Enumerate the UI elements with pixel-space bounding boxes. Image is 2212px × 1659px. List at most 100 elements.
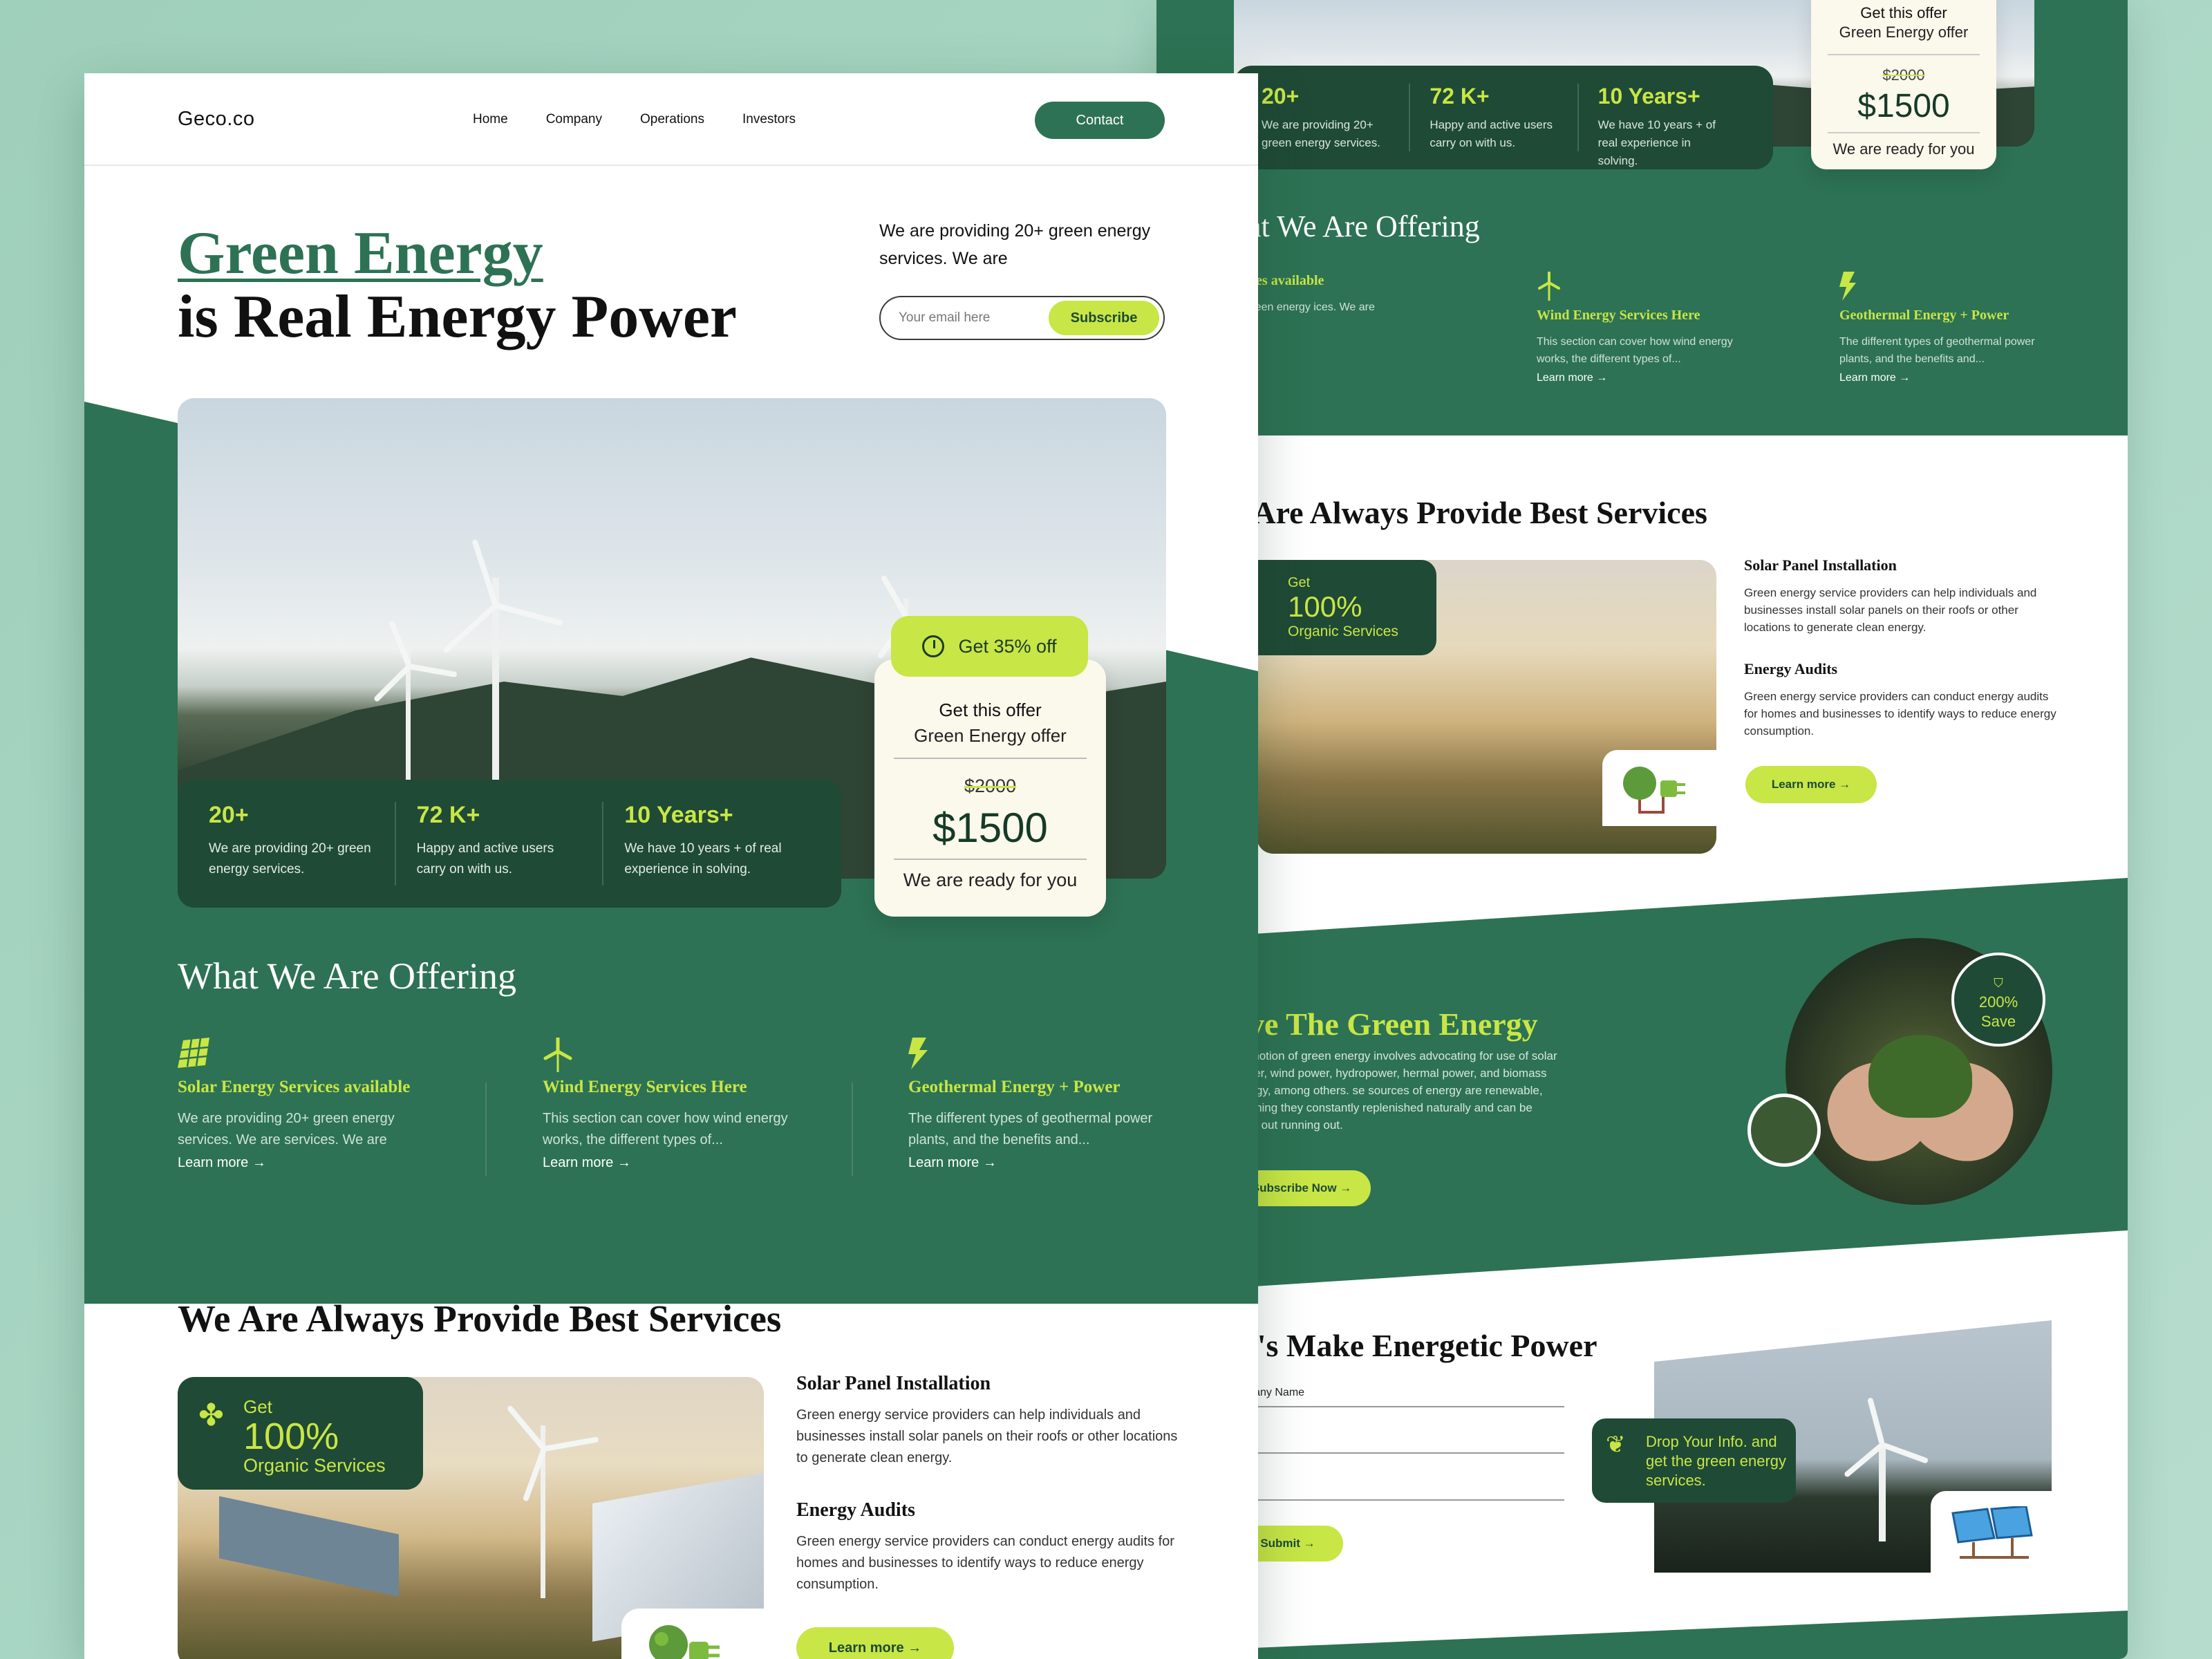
service-title: Solar Panel Installation	[796, 1373, 991, 1394]
email-field[interactable]: -mail	[1232, 1433, 1564, 1454]
stat-desc: We are providing 20+ green energy servic…	[1262, 118, 1380, 149]
service-text: Green energy service providers can help …	[796, 1407, 1178, 1465]
service-text: Green energy service providers can condu…	[796, 1534, 1174, 1592]
learn-more-link[interactable]: Learn more →	[908, 1155, 1178, 1171]
hero-title-green: Green Energy	[178, 220, 543, 287]
offering-text: This section can cover how wind energy w…	[1537, 336, 1733, 365]
stat-desc: We are providing 20+ green energy servic…	[209, 841, 371, 877]
stat-services: 20+ We are providing 20+ green energy se…	[209, 802, 396, 885]
back-offering-geothermal: Geothermal Energy + Power The different …	[1839, 272, 2061, 384]
stat-desc: We have 10 years + of real experience in…	[624, 841, 782, 877]
back-service-audits: Energy Audits Green energy service provi…	[1744, 660, 2062, 740]
navbar: Geco.co Home Company Operations Investor…	[84, 73, 1258, 166]
back-make-title: et's Make Energetic Power	[1232, 1328, 1597, 1363]
save-label: Save	[1980, 1013, 2016, 1030]
nav-investors[interactable]: Investors	[742, 112, 796, 127]
solar-panel-box	[1931, 1491, 2052, 1573]
eco-plug-icon	[1623, 767, 1685, 814]
front-page: Geco.co Home Company Operations Investor…	[84, 73, 1258, 1659]
service-title: Energy Audits	[796, 1499, 915, 1521]
solar-panel-icon	[1951, 1505, 2033, 1559]
brand-logo[interactable]: Geco.co	[178, 108, 255, 131]
learn-more-link[interactable]: Learn more →	[178, 1155, 440, 1171]
stat-number: 72 K+	[1430, 84, 1490, 109]
offering-title: What We Are Offering	[178, 955, 516, 997]
stats-bar: 20+ We are providing 20+ green energy se…	[178, 780, 841, 908]
offering-item-title: Geothermal Energy + Power	[908, 1078, 1121, 1096]
stat-desc: We have 10 years + of real experience in…	[1597, 118, 1716, 167]
service-solar-installation: Solar Panel Installation Green energy se…	[796, 1373, 1183, 1469]
solar-panel-icon	[178, 1038, 440, 1068]
save-percent: 200%	[1978, 993, 2018, 1011]
plug-icon-box	[1602, 750, 1716, 826]
back-learn-more-button[interactable]: Learn more →	[1745, 766, 1877, 803]
learn-more-link[interactable]: Learn more →	[543, 1155, 805, 1171]
offering-item-text: We are providing 20+ green energy servic…	[178, 1111, 395, 1147]
back-footer-band	[1156, 1611, 2128, 1659]
offering-geothermal: Geothermal Energy + Power The different …	[908, 1038, 1178, 1171]
stat-desc: Happy and active users carry on with us.	[1430, 118, 1553, 149]
mini-plant-photo	[1747, 1094, 1821, 1167]
offer-ready: We are ready for you	[894, 859, 1087, 891]
service-text: Green energy service providers can condu…	[1744, 690, 2056, 738]
clover-icon: ✤	[198, 1398, 224, 1432]
service-text: Green energy service providers can help …	[1744, 586, 2037, 634]
badge-percent: 100%	[243, 1416, 339, 1457]
divider	[852, 1082, 853, 1176]
offer-card[interactable]: Get this offer Green Energy offer $2000 …	[874, 659, 1106, 917]
price: $1500	[932, 805, 1048, 851]
service-title: Solar Panel Installation	[1744, 556, 1897, 574]
lightning-icon	[908, 1038, 1178, 1069]
back-save-text: promotion of green energy involves advoc…	[1232, 1049, 1557, 1132]
email-input[interactable]: Your email here	[899, 310, 1049, 326]
drop-info-text: Drop Your Info. and get the green energy…	[1646, 1433, 1787, 1489]
offering-item-text: The different types of geothermal power …	[908, 1111, 1153, 1147]
eco-plug-icon	[649, 1625, 720, 1659]
offering-title: Geothermal Energy + Power	[1839, 308, 2009, 323]
back-page-preview: 20+ We are providing 20+ green energy ser…	[1156, 0, 2128, 1659]
learn-more-button[interactable]: Learn more →	[796, 1627, 954, 1659]
offering-wind: Wind Energy Services Here This section c…	[543, 1036, 805, 1171]
offering-item-title: Solar Energy Services available	[178, 1078, 411, 1096]
company-name-field[interactable]: ompany Name	[1232, 1387, 1564, 1407]
learn-more-link[interactable]: Learn more →	[1839, 372, 2061, 384]
stat-number: 20+	[1262, 84, 1300, 109]
leaf-icon: ❦	[1606, 1432, 1626, 1458]
pie-clock-icon	[922, 635, 945, 657]
stat-number: 10 Years+	[624, 802, 733, 828]
subscribe-button[interactable]: Subscribe	[1049, 301, 1159, 335]
stat-years: 10 Years+ We have 10 years + of real exp…	[624, 802, 810, 885]
email-subscribe-form: Your email here Subscribe	[879, 296, 1165, 340]
hero-side-text: We are providing 20+ green energy servic…	[879, 221, 1151, 268]
back-offer-card[interactable]: Get this offer Green Energy offer $2000 …	[1811, 0, 1996, 169]
offer-ready: We are ready for you	[1828, 132, 1980, 158]
offering-item-text: This section can cover how wind energy w…	[543, 1111, 788, 1147]
discount-pill[interactable]: Get 35% off	[891, 616, 1088, 677]
back-offering-wind: Wind Energy Services Here This section c…	[1537, 270, 1758, 384]
nav-home[interactable]: Home	[473, 112, 508, 127]
price: $1500	[1857, 88, 1950, 124]
discount-label: Get 35% off	[958, 635, 1057, 657]
nav-company[interactable]: Company	[546, 112, 602, 127]
organic-badge: ✤ Get 100% Organic Services	[178, 1377, 423, 1490]
offering-text: The different types of geothermal power …	[1839, 336, 2035, 365]
phone-field[interactable]: hone	[1232, 1480, 1564, 1501]
stat-number: 20+	[209, 802, 249, 828]
back-offering-title: hat We Are Offering	[1232, 209, 1480, 243]
best-services-title: We Are Always Provide Best Services	[178, 1297, 782, 1340]
offer-line2: Green Energy offer	[914, 725, 1067, 746]
stat-number: 10 Years+	[1597, 84, 1700, 109]
back-stats-bar: 20+ We are providing 20+ green energy ser…	[1234, 66, 1773, 169]
contact-button[interactable]: Contact	[1035, 102, 1165, 139]
badge-sub: Organic Services	[243, 1455, 386, 1476]
hero-title: Green Energy is Real Energy Power	[178, 222, 737, 349]
shield-icon: ⛉	[1994, 976, 2003, 990]
offering-item-title: Wind Energy Services Here	[543, 1078, 747, 1096]
nav-operations[interactable]: Operations	[640, 112, 704, 127]
hero-title-rest: is Real Energy Power	[178, 283, 737, 350]
offer-line2: Green Energy offer	[1839, 24, 1969, 41]
learn-more-link[interactable]: Learn more →	[1537, 372, 1758, 384]
divider	[485, 1082, 487, 1176]
save-badge: ⛉ 200% Save	[1951, 953, 2045, 1047]
back-service-solar: Solar Panel Installation Green energy se…	[1744, 556, 2062, 636]
